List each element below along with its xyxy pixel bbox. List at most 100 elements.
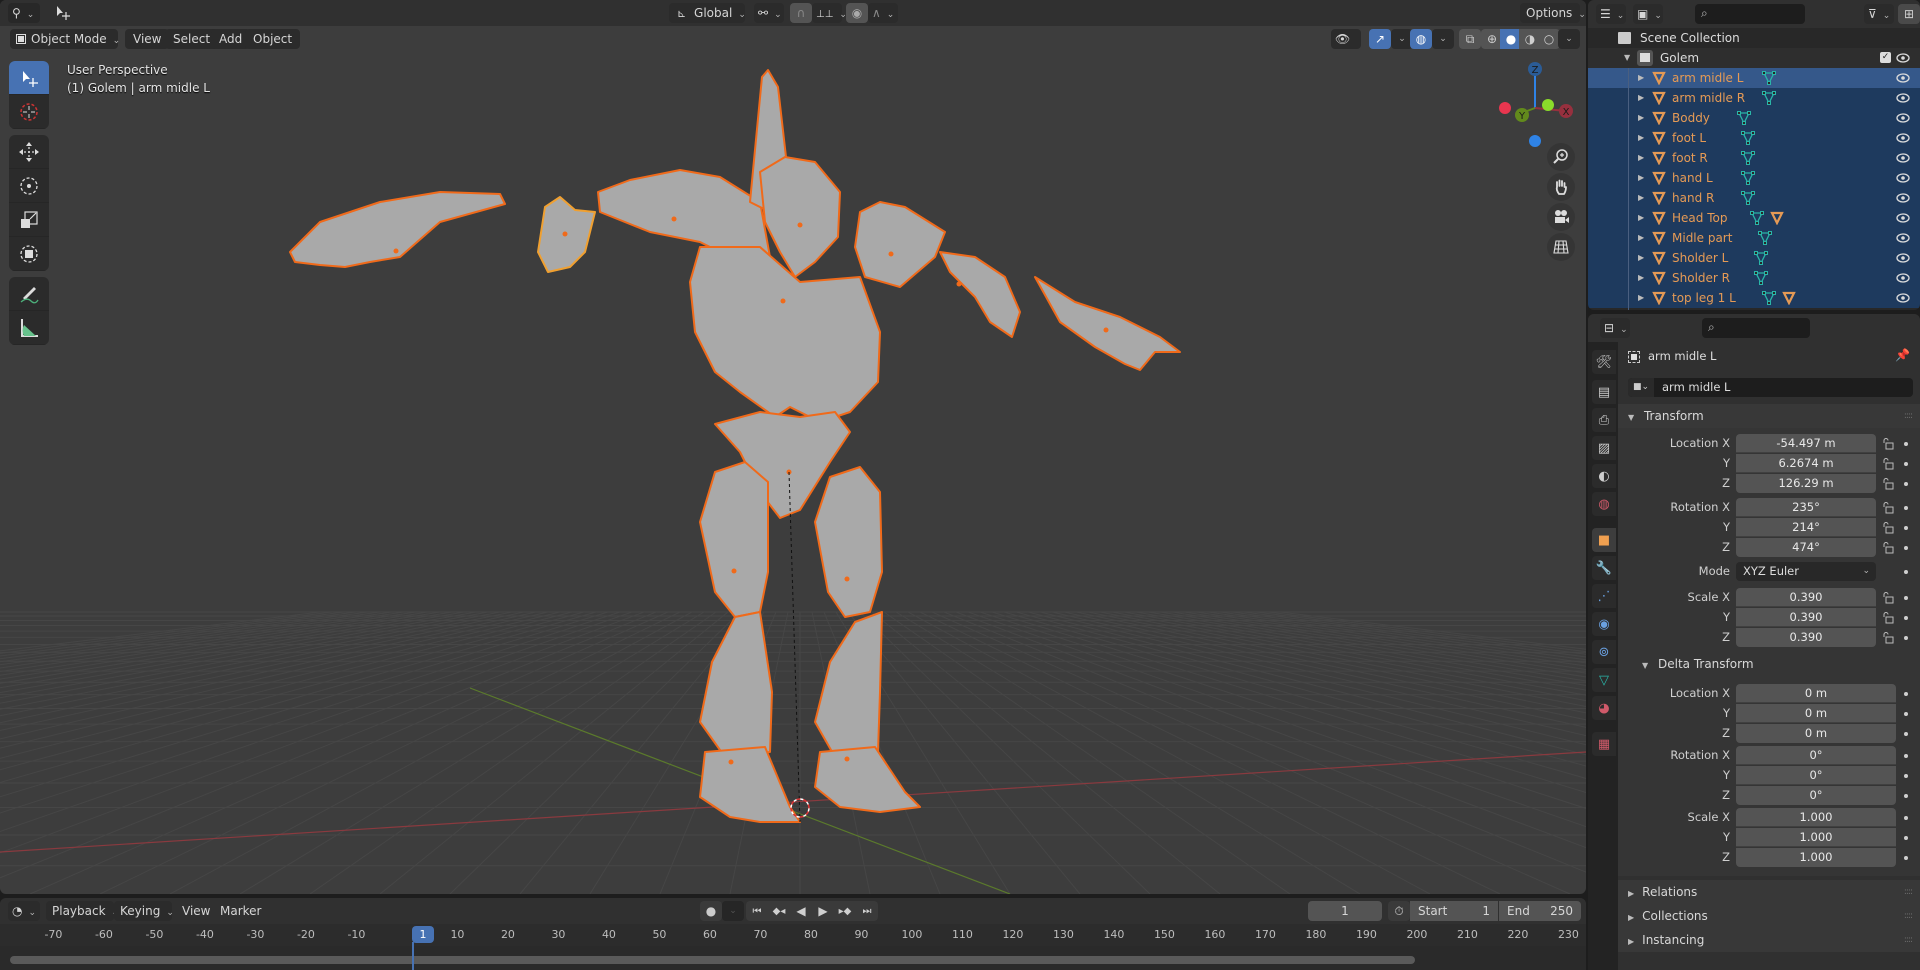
menu-keying[interactable]: Keying ⌄	[114, 901, 174, 921]
panel-instancing[interactable]: ▶ Instancing::::	[1618, 928, 1920, 952]
keyframe-dot-icon[interactable]	[1904, 754, 1908, 758]
expand-arrow-icon[interactable]: ▶	[1638, 168, 1644, 188]
mesh-data-icon[interactable]	[1741, 131, 1756, 145]
outliner-item[interactable]: ▶ Head Top	[1588, 208, 1920, 228]
tool-measure[interactable]	[9, 311, 49, 345]
outliner-item[interactable]: ▶ arm midle R	[1588, 88, 1920, 108]
filter-dropdown[interactable]: ⊽ ⌄	[1864, 4, 1894, 24]
eye-icon[interactable]	[1896, 111, 1910, 125]
scene-canvas[interactable]	[0, 52, 1586, 894]
jump-start-button[interactable]: ⏮	[746, 901, 768, 921]
eye-icon[interactable]	[1896, 51, 1910, 65]
eye-icon[interactable]	[1896, 71, 1910, 85]
mesh-data-icon[interactable]	[1741, 171, 1756, 185]
properties-tab-physics[interactable]: ◉	[1592, 612, 1616, 636]
eye-icon[interactable]	[1896, 231, 1910, 245]
outliner-item[interactable]: ▶ arm midle L	[1588, 68, 1920, 88]
rotation-mode-dropdown[interactable]: XYZ Euler ⌄	[1736, 562, 1876, 581]
tool-select-box[interactable]	[9, 61, 49, 95]
outliner-item[interactable]: ▶ foot R	[1588, 148, 1920, 168]
expand-arrow-icon[interactable]: ▼	[1624, 48, 1630, 68]
options-dropdown[interactable]: Options ⌄	[1520, 3, 1586, 23]
numeric-field[interactable]: 474°	[1736, 538, 1876, 557]
keyframe-dot-icon[interactable]	[1904, 794, 1908, 798]
lock-icon[interactable]	[1882, 458, 1894, 470]
eye-icon[interactable]	[1896, 291, 1910, 305]
lock-icon[interactable]	[1882, 592, 1894, 604]
keyframe-dot-icon[interactable]	[1904, 856, 1908, 860]
expand-arrow-icon[interactable]: ▶	[1638, 108, 1644, 128]
transform-panel-header[interactable]: ▼ Transform ::::	[1618, 404, 1920, 428]
properties-tab-world[interactable]: ◍	[1592, 492, 1616, 516]
shading-dropdown[interactable]: ⌄	[1558, 29, 1580, 49]
eye-icon[interactable]	[1896, 211, 1910, 225]
falloff-dropdown[interactable]: ∧ ⌄	[868, 3, 898, 23]
object-icon[interactable]	[1782, 291, 1796, 305]
outliner-item[interactable]: ▶ hand R	[1588, 188, 1920, 208]
properties-tab-scene[interactable]: ◐	[1592, 464, 1616, 488]
zoom-button[interactable]	[1547, 143, 1575, 171]
menu-object[interactable]: Object	[245, 29, 301, 49]
drag-grip-icon[interactable]: ::::	[1904, 880, 1913, 904]
keyframe-dot-icon[interactable]	[1904, 526, 1908, 530]
gizmo-toggle[interactable]: ↗	[1369, 29, 1391, 49]
tool-rotate[interactable]	[9, 169, 49, 203]
lock-icon[interactable]	[1882, 632, 1894, 644]
outliner-scene-collection[interactable]: Scene Collection	[1588, 28, 1920, 48]
tool-annotate[interactable]	[9, 277, 49, 311]
tool-transform[interactable]	[9, 237, 49, 271]
jump-end-button[interactable]: ⏭	[856, 901, 878, 921]
outliner-item[interactable]: ▶ foot L	[1588, 128, 1920, 148]
outliner-editor-type[interactable]: ☰ ⌄	[1596, 4, 1626, 24]
expand-arrow-icon[interactable]: ▶	[1638, 148, 1644, 168]
pan-button[interactable]	[1547, 173, 1575, 201]
expand-arrow-icon[interactable]: ▶	[1638, 68, 1644, 88]
snap-toggle[interactable]: ∩	[790, 3, 812, 23]
numeric-field[interactable]: 1.000	[1736, 828, 1896, 847]
eye-icon[interactable]	[1896, 251, 1910, 265]
tool-cursor[interactable]	[9, 95, 49, 129]
expand-arrow-icon[interactable]: ▶	[1638, 188, 1644, 208]
checkbox-icon[interactable]: ✓	[1880, 52, 1891, 63]
eye-icon[interactable]	[1896, 131, 1910, 145]
end-frame-field[interactable]: End 250	[1499, 901, 1581, 921]
lock-icon[interactable]	[1882, 522, 1894, 534]
prev-keyframe-button[interactable]: ◆◂	[768, 901, 790, 921]
keyframe-dot-icon[interactable]	[1904, 546, 1908, 550]
numeric-field[interactable]: 214°	[1736, 518, 1876, 537]
snap-target-dropdown[interactable]: ⊥⊥ ⌄	[812, 3, 847, 23]
start-frame-field[interactable]: Start 1	[1410, 901, 1498, 921]
expand-arrow-icon[interactable]: ▶	[1638, 88, 1644, 108]
mesh-data-icon[interactable]	[1753, 271, 1768, 285]
keyframe-dot-icon[interactable]	[1904, 462, 1908, 466]
properties-tab-render[interactable]: ▤	[1592, 380, 1616, 404]
navigation-gizmo[interactable]: Z X Y	[1490, 58, 1586, 148]
numeric-field[interactable]: 1.000	[1736, 808, 1896, 827]
pivot-point-dropdown[interactable]: ⚯ ⌄	[754, 3, 784, 23]
object-name-field[interactable]: ■⌄ arm midle L	[1628, 378, 1913, 397]
editor-type-button[interactable]: ⚲ ⌄	[8, 3, 40, 23]
tool-move[interactable]	[9, 135, 49, 169]
menu-view[interactable]: View	[125, 29, 170, 49]
lock-icon[interactable]	[1882, 542, 1894, 554]
numeric-field[interactable]: 0°	[1736, 746, 1896, 765]
lock-icon[interactable]	[1882, 502, 1894, 514]
auto-keying-dropdown[interactable]: ⌄	[722, 901, 744, 921]
numeric-field[interactable]: -54.497 m	[1736, 434, 1876, 453]
ortho-toggle-button[interactable]	[1547, 233, 1575, 261]
keyframe-dot-icon[interactable]	[1904, 506, 1908, 510]
play-reverse-button[interactable]: ◀	[790, 901, 812, 921]
play-button[interactable]: ▶	[812, 901, 834, 921]
xray-toggle[interactable]: ⧉	[1459, 29, 1481, 49]
overlay-toggle[interactable]: ◍	[1410, 29, 1432, 49]
object-icon[interactable]	[1769, 211, 1784, 225]
numeric-field[interactable]: 6.2674 m	[1736, 454, 1876, 473]
expand-arrow-icon[interactable]: ▶	[1638, 288, 1644, 308]
keyframe-dot-icon[interactable]	[1904, 616, 1908, 620]
numeric-field[interactable]: 0 m	[1736, 724, 1896, 743]
3d-viewport[interactable]: ⚲ ⌄ ⊾ Global ⌄ ⚯ ⌄ ∩ ⊥⊥ ⌄ ◉ ∧ ⌄ Options …	[0, 0, 1586, 894]
properties-tab-material[interactable]: ◕	[1592, 696, 1616, 720]
numeric-field[interactable]: 126.29 m	[1736, 474, 1876, 493]
panel-collections[interactable]: ▶ Collections::::	[1618, 904, 1920, 928]
properties-editor-type[interactable]: ⊟ ⌄	[1600, 318, 1630, 338]
